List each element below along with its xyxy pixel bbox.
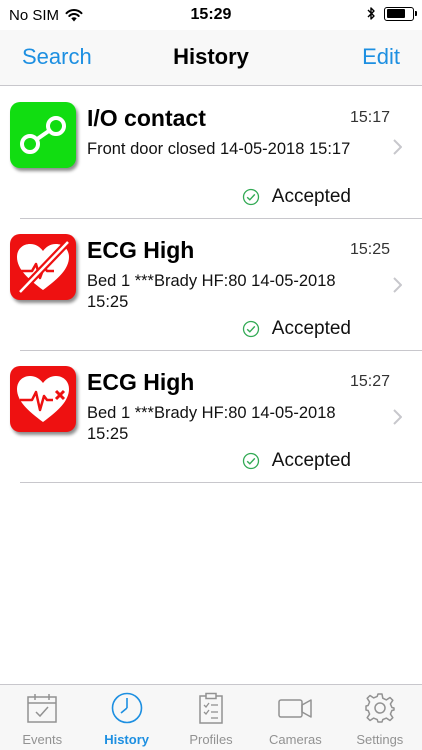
nav-bar: Search History Edit xyxy=(0,30,422,86)
gear-icon xyxy=(365,693,395,723)
clipboard-checklist-icon xyxy=(199,692,223,724)
chevron-right-icon xyxy=(393,139,402,155)
calendar-check-icon xyxy=(27,694,57,723)
chevron-right-icon xyxy=(393,277,402,293)
battery-icon xyxy=(384,6,417,21)
item-description: Bed 1 ***Brady HF:80 14-05-2018 15:25 xyxy=(87,271,377,313)
clock-icon xyxy=(111,692,142,724)
check-circle-icon xyxy=(242,320,259,338)
row-divider xyxy=(20,482,422,483)
status-badge: Accepted xyxy=(242,450,351,472)
tab-bar: Events History Profiles Cameras Settings xyxy=(0,684,422,750)
history-item[interactable]: I/O contact 15:17 Front door closed 14-0… xyxy=(0,87,422,219)
bluetooth-icon xyxy=(367,7,375,20)
tab-label: Profiles xyxy=(189,732,233,747)
tab-label: Cameras xyxy=(269,732,322,747)
item-description-line2: 15:25 xyxy=(87,293,129,311)
item-description: Front door closed 14-05-2018 15:17 xyxy=(87,139,377,160)
status-right xyxy=(367,6,417,21)
item-description-line1: Bed 1 ***Brady HF:80 14-05-2018 xyxy=(87,404,336,422)
heart-ecg-icon xyxy=(10,366,76,432)
battery-fill xyxy=(386,9,405,18)
item-time: 15:17 xyxy=(349,109,390,126)
item-description: Bed 1 ***Brady HF:80 14-05-2018 15:25 xyxy=(87,403,377,445)
history-list: I/O contact 15:17 Front door closed 14-0… xyxy=(0,87,422,483)
chevron-right-icon xyxy=(393,409,402,425)
item-description-line1: Front door closed 14-05-2018 15:17 xyxy=(87,140,351,158)
status-bar: No SIM 15:29 xyxy=(0,0,422,30)
tab-label: Settings xyxy=(356,732,404,747)
item-time: 15:27 xyxy=(349,373,390,390)
status-label: Accepted xyxy=(271,186,351,207)
item-description-line2: 15:25 xyxy=(87,425,129,443)
history-item[interactable]: ECG High 15:27 Bed 1 ***Brady HF:80 14-0… xyxy=(0,351,422,483)
item-description-line1: Bed 1 ***Brady HF:80 14-05-2018 xyxy=(87,272,336,290)
status-badge: Accepted xyxy=(242,318,351,340)
tab-settings[interactable]: Settings xyxy=(338,685,422,750)
tab-label: Events xyxy=(22,732,63,747)
tab-profiles[interactable]: Profiles xyxy=(169,685,253,750)
item-title: I/O contact xyxy=(87,105,206,131)
tab-events[interactable]: Events xyxy=(0,685,84,750)
item-time: 15:25 xyxy=(349,241,390,258)
status-badge: Accepted xyxy=(242,186,351,208)
screen: No SIM 15:29 Search History Edit I/O con… xyxy=(0,0,422,750)
status-time: 15:29 xyxy=(190,6,232,23)
status-label: Accepted xyxy=(271,318,351,339)
edit-button[interactable]: Edit xyxy=(362,44,400,70)
video-camera-icon xyxy=(278,699,313,718)
check-circle-icon xyxy=(242,188,259,206)
page-title: History xyxy=(173,44,249,69)
tab-history[interactable]: History xyxy=(84,685,168,750)
tab-cameras[interactable]: Cameras xyxy=(253,685,337,750)
io-contact-icon xyxy=(10,102,76,168)
status-label: Accepted xyxy=(271,450,351,471)
check-circle-icon xyxy=(242,452,259,470)
item-title: ECG High xyxy=(87,369,195,395)
item-title: ECG High xyxy=(87,237,195,263)
heart-crossed-icon xyxy=(10,234,76,300)
tab-label: History xyxy=(104,732,149,747)
history-item[interactable]: ECG High 15:25 Bed 1 ***Brady HF:80 14-0… xyxy=(0,219,422,351)
